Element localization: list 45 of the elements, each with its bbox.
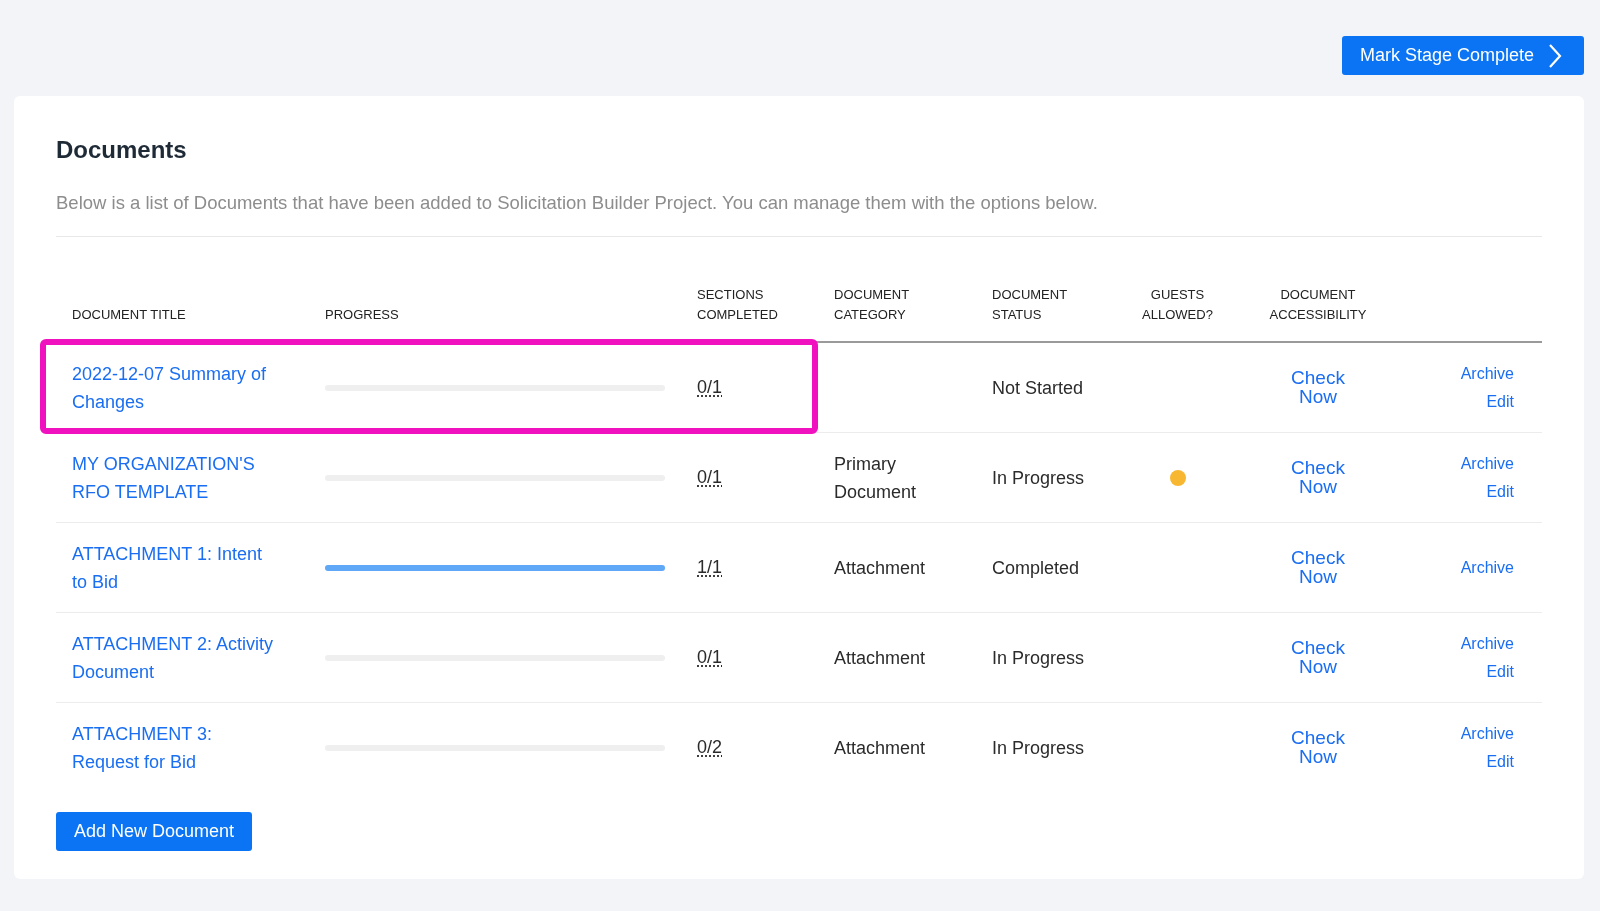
action-link[interactable]: Edit	[1486, 662, 1514, 681]
check-now-link[interactable]: Check Now	[1288, 727, 1348, 766]
status-text: Not Started	[992, 376, 1084, 400]
status-text: In Progress	[992, 466, 1085, 490]
panel-description: Below is a list of Documents that have been added to Solicitation Builder Project. You can manage them with the options below.	[56, 192, 1542, 237]
panel-title: Documents	[56, 136, 188, 164]
mark-stage-complete-button[interactable]: Mark Stage Complete	[1341, 36, 1584, 75]
chevron-right-icon	[1548, 42, 1562, 69]
column-header: DOCUMENT TITLE	[72, 306, 186, 324]
status-text: Completed	[992, 556, 1080, 580]
sections-count: 0/2	[697, 737, 723, 757]
check-now-link[interactable]: Check Now	[1288, 457, 1348, 496]
sections-count: 1/1	[697, 557, 723, 577]
category-text: Primary Document	[834, 452, 918, 504]
document-title-link[interactable]: ATTACHMENT 3: Request for Bid	[72, 719, 277, 776]
column-header: DOCUMENT CATEGORY	[834, 286, 910, 324]
action-link[interactable]: Edit	[1486, 482, 1514, 501]
check-now-link[interactable]: Check Now	[1288, 367, 1348, 406]
add-new-document-button[interactable]: Add New Document	[56, 812, 253, 851]
sections-count: 0/1	[697, 467, 723, 487]
document-title-link[interactable]: ATTACHMENT 1: Intent to Bid	[72, 539, 277, 596]
action-link[interactable]: Archive	[1460, 634, 1514, 653]
check-now-link[interactable]: Check Now	[1288, 547, 1348, 586]
column-header: SECTIONS COMPLETED	[697, 286, 779, 324]
document-title-link[interactable]: ATTACHMENT 2: Activity Document	[72, 629, 277, 686]
document-title-link[interactable]: 2022-12-07 Summary of Changes	[72, 359, 277, 416]
status-text: In Progress	[992, 646, 1085, 670]
status-text: In Progress	[992, 736, 1085, 760]
action-link[interactable]: Edit	[1486, 392, 1514, 411]
action-link[interactable]: Archive	[1460, 558, 1514, 577]
category-text: Attachment	[834, 556, 926, 580]
column-header: PROGRESS	[325, 306, 399, 324]
column-header: GUESTS ALLOWED?	[1141, 286, 1214, 324]
category-text: Attachment	[834, 736, 926, 760]
sections-count: 0/1	[697, 647, 723, 667]
column-header: DOCUMENT STATUS	[992, 286, 1068, 324]
action-link[interactable]: Archive	[1460, 724, 1514, 743]
sections-count: 0/1	[697, 377, 723, 397]
action-link[interactable]: Archive	[1460, 364, 1514, 383]
check-now-link[interactable]: Check Now	[1288, 637, 1348, 676]
category-text: Attachment	[834, 646, 926, 670]
column-header: DOCUMENT ACCESSIBILITY	[1268, 286, 1368, 324]
document-title-link[interactable]: MY ORGANIZATION'S RFO TEMPLATE	[72, 449, 277, 506]
action-link[interactable]: Archive	[1460, 454, 1514, 473]
action-link[interactable]: Edit	[1486, 752, 1514, 771]
